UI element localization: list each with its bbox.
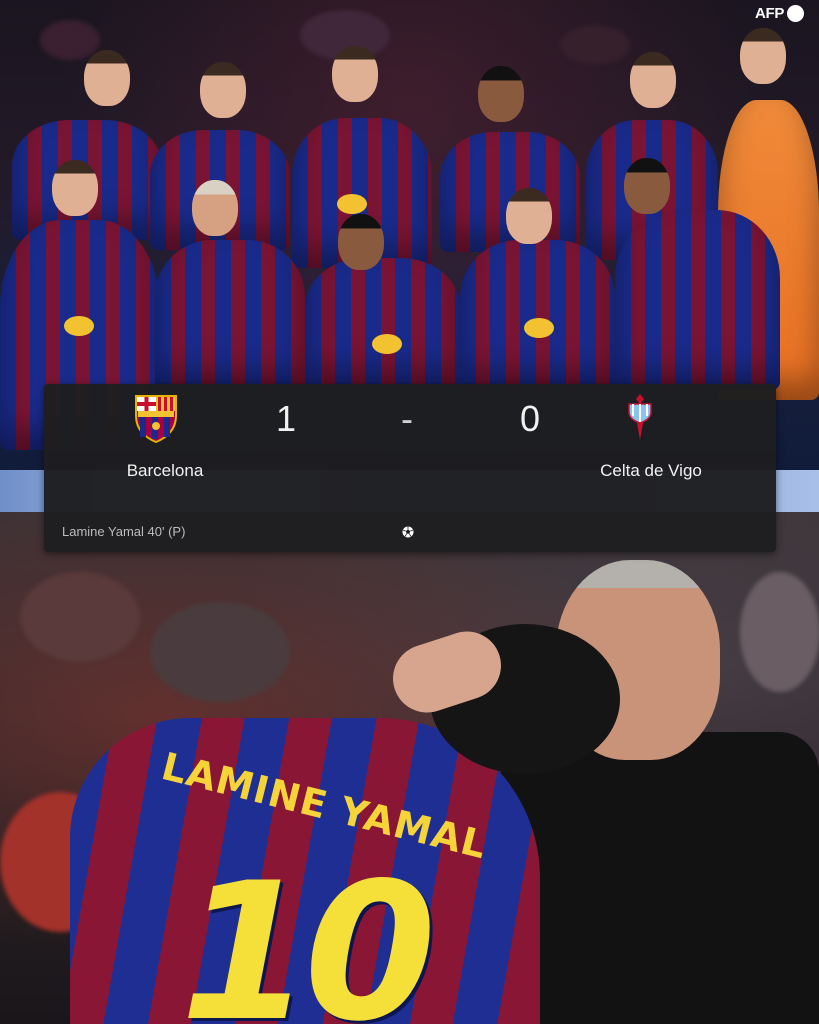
afp-logo-dot-icon: [787, 4, 805, 22]
sponsor-logo: [524, 318, 554, 338]
goalkeeper-head: [740, 28, 786, 84]
away-team-name[interactable]: Celta de Vigo: [541, 461, 761, 481]
fc-barcelona-crest-icon: [135, 395, 177, 444]
player-head: [200, 62, 246, 118]
soccer-ball-icon: [402, 526, 414, 538]
crowd-blur: [560, 25, 630, 65]
player-head: [506, 188, 552, 244]
score-separator: -: [401, 398, 413, 439]
player-front-row: [305, 258, 460, 388]
crowd-blur: [20, 572, 140, 662]
crowd-blur: [40, 20, 100, 60]
player-front-row: [615, 210, 780, 390]
home-team-name[interactable]: Barcelona: [55, 461, 275, 481]
afp-watermark: AFP: [755, 4, 805, 22]
player-front-row: [460, 240, 615, 390]
player-head: [478, 66, 524, 122]
player-head: [338, 214, 384, 270]
celta-de-vigo-crest-icon: [628, 394, 652, 440]
goal-scorer: Lamine Yamal 40' (P): [62, 524, 186, 539]
sponsor-logo: [337, 194, 367, 214]
player-head: [52, 160, 98, 216]
match-score-card[interactable]: 1 - 0 Barcelona Celta de Vigo Lamine Yam…: [44, 384, 776, 552]
sponsor-logo: [64, 316, 94, 336]
afp-logo-text: AFP: [755, 4, 785, 22]
player-head: [192, 180, 238, 236]
player-head: [84, 50, 130, 106]
sponsor-logo: [372, 334, 402, 354]
player-head: [332, 46, 378, 102]
home-score: 1: [275, 398, 297, 439]
jersey-number-print: 10: [180, 842, 436, 1024]
crowd-blur: [740, 572, 819, 692]
player-front-row: [155, 240, 305, 390]
player-head: [624, 158, 670, 214]
away-score: 0: [519, 398, 541, 439]
player-head: [630, 52, 676, 108]
coach-embrace-photo: LAMINE YAMAL 10: [0, 512, 819, 1024]
crowd-blur: [150, 602, 290, 702]
